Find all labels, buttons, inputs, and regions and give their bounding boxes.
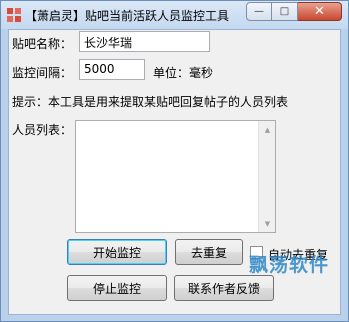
scroll-up-arrow-icon[interactable]: ▲ (259, 121, 276, 138)
close-button[interactable]: ✕ (298, 2, 342, 21)
app-icon (7, 8, 21, 22)
app-window: 【萧启灵】贴吧当前活跃人员监控工具 — □ ✕ 贴吧名称： 长沙华瑞 监控间隔：… (0, 0, 349, 322)
dedupe-button[interactable]: 去重复 (175, 239, 243, 265)
tieba-name-label: 贴吧名称： (12, 37, 73, 51)
start-monitor-button[interactable]: 开始监控 (67, 239, 167, 265)
scroll-down-arrow-icon[interactable]: ▼ (259, 215, 276, 232)
hint-text: 提示：本工具是用来提取某贴吧回复帖子的人员列表 (12, 95, 289, 109)
tieba-name-input[interactable]: 长沙华瑞 (79, 31, 210, 52)
interval-label: 监控间隔： (12, 66, 73, 80)
listbox-scrollbar[interactable]: ▲ ▼ (258, 121, 275, 232)
maximize-button[interactable]: □ (272, 2, 298, 21)
window-controls: — □ ✕ (246, 2, 342, 21)
minimize-button[interactable]: — (246, 2, 272, 21)
watermark-logo: 飘荡软件 (249, 254, 330, 276)
member-listbox[interactable]: ▲ ▼ (75, 120, 276, 233)
stop-monitor-button[interactable]: 停止监控 (67, 275, 167, 301)
title-bar[interactable]: 【萧启灵】贴吧当前活跃人员监控工具 — □ ✕ (1, 1, 348, 29)
window-title: 【萧启灵】贴吧当前活跃人员监控工具 (25, 9, 230, 23)
contact-author-button[interactable]: 联系作者反馈 (174, 275, 274, 301)
member-list-label: 人员列表： (12, 123, 73, 137)
unit-label: 单位：毫秒 (153, 66, 214, 80)
interval-input[interactable]: 5000 (79, 59, 145, 80)
